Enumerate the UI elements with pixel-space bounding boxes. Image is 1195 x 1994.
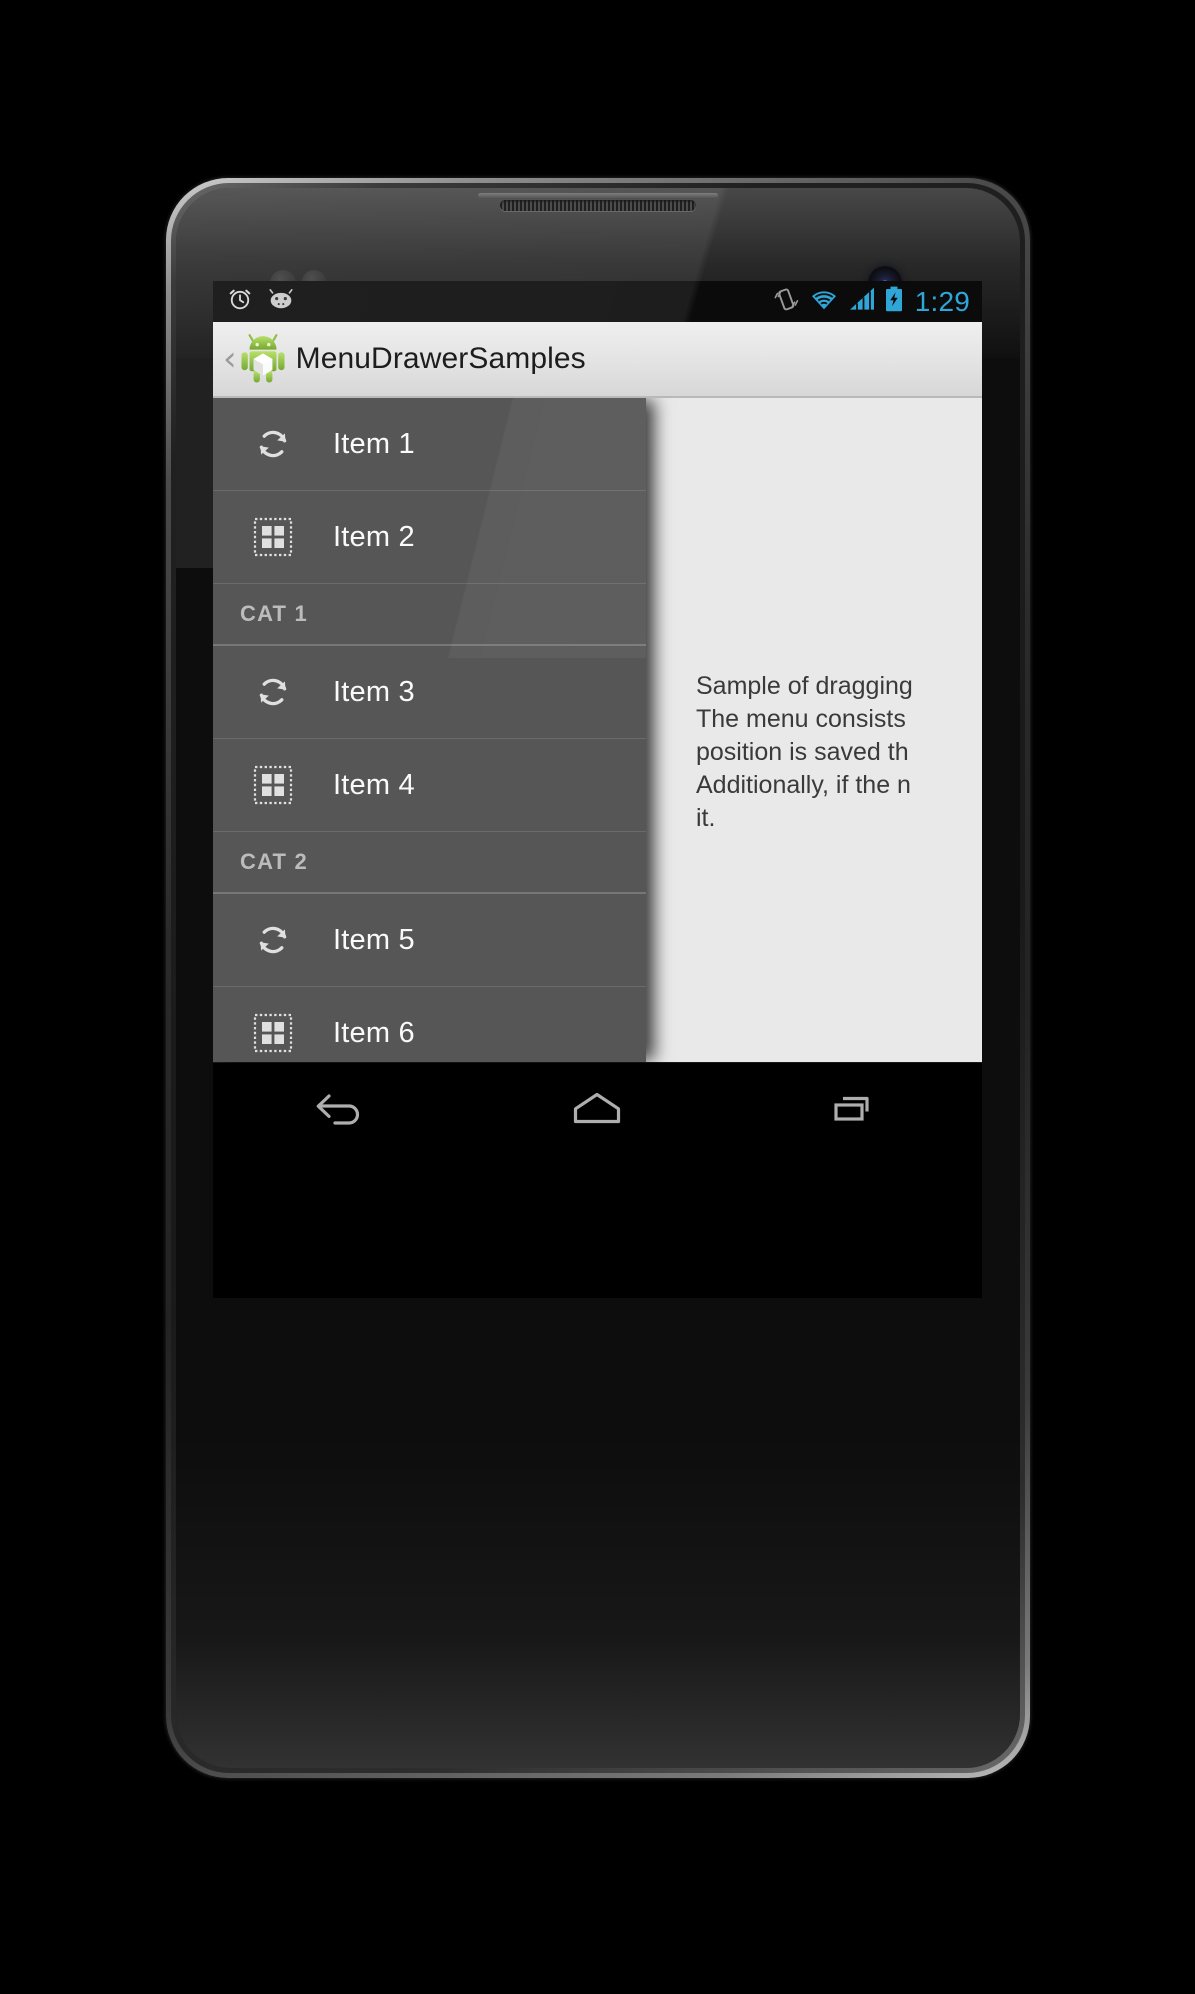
android-jellybean-icon [266,288,296,315]
battery-charging-icon [885,286,903,317]
device-front-glass: 1:29 ‹ MenuDrawerSamples Sample of dragg… [176,188,1020,1768]
drawer-item-3[interactable]: Item 3 [213,646,646,739]
refresh-icon [251,422,295,466]
drawer-category-2: CAT 2 [213,832,646,894]
phone-device: 1:29 ‹ MenuDrawerSamples Sample of dragg… [166,178,1030,1778]
drawer-item-label: Item 2 [333,520,415,553]
content-description-text: Sample of dragging The menu consists pos… [696,672,913,832]
back-arrow-icon [313,1088,369,1133]
drawer-item-2[interactable]: Item 2 [213,491,646,584]
drawer-category-label: CAT 1 [240,601,308,626]
drawer-item-1[interactable]: Item 1 [213,398,646,491]
back-button[interactable] [213,1062,469,1158]
gallery-grid-icon [251,763,295,807]
status-bar-notification-icons [227,286,296,317]
drawer-item-4[interactable]: Item 4 [213,739,646,832]
gallery-grid-icon [251,515,295,559]
drawer-item-label: Item 5 [333,923,415,956]
status-bar-clock: 1:29 [914,285,970,317]
home-icon [569,1088,625,1133]
drawer-category-1: CAT 1 [213,584,646,646]
refresh-icon [251,670,295,714]
navbar-top-hairline [213,1062,982,1063]
earpiece-speaker-grille [500,200,696,211]
drawer-category-label: CAT 2 [240,849,308,874]
status-bar: 1:29 [213,281,982,322]
drawer-item-label: Item 4 [333,768,415,801]
drawer-item-label: Item 1 [333,427,415,460]
recents-icon [826,1088,882,1133]
recents-button[interactable] [726,1062,982,1158]
gallery-grid-icon [251,1011,295,1055]
drawer-item-label: Item 6 [333,1016,415,1049]
cellular-signal-icon [849,287,876,317]
system-navigation-bar [213,1062,982,1158]
up-navigation-caret-icon[interactable]: ‹ [221,342,240,376]
drawer-item-label: Item 3 [333,675,415,708]
refresh-icon [251,918,295,962]
page-title: MenuDrawerSamples [295,342,586,375]
drawer-item-5[interactable]: Item 5 [213,894,646,987]
device-chin-sheen [176,1438,1020,1768]
home-button[interactable] [469,1062,725,1158]
action-bar: ‹ MenuDrawerSamples [213,322,982,398]
wifi-icon [808,287,840,317]
earpiece-lip [478,193,718,198]
android-robot-icon[interactable] [240,334,286,384]
navigation-drawer[interactable]: Item 1 Item 2 CAT 1 Item 3 Item 4 CAT 2 … [213,398,646,1062]
status-bar-system-icons: 1:29 [773,286,970,318]
alarm-clock-icon [227,286,253,317]
screen-body: Sample of dragging The menu consists pos… [213,398,982,1062]
vibrate-mode-icon [773,286,799,318]
phone-screen: 1:29 ‹ MenuDrawerSamples Sample of dragg… [213,281,982,1298]
drawer-item-6[interactable]: Item 6 [213,987,646,1062]
